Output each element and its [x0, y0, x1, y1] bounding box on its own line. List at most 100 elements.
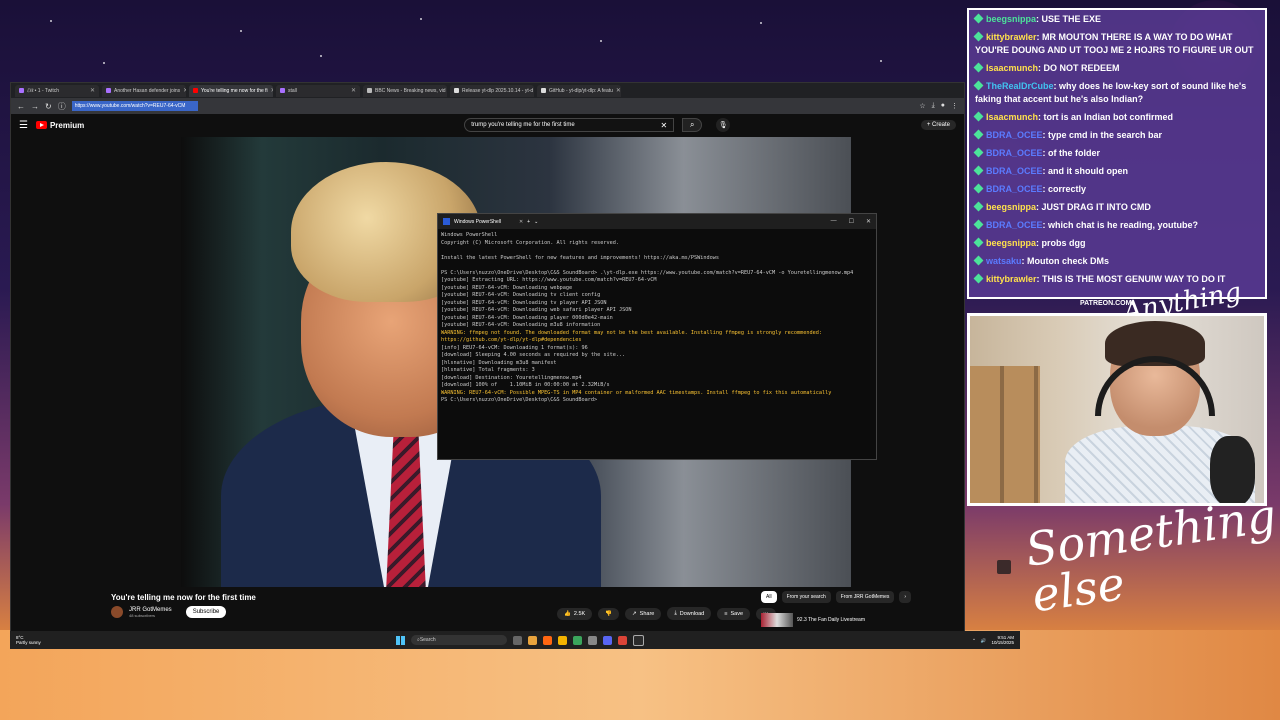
- channel-avatar[interactable]: [111, 606, 123, 618]
- filter-chip[interactable]: From JRR GotMemes: [835, 591, 895, 603]
- chrome-icon[interactable]: [618, 635, 627, 645]
- chat-text: JUST DRAG IT INTO CMD: [1041, 202, 1151, 212]
- youtube-search-input[interactable]: trump you're telling me for the first ti…: [464, 118, 675, 132]
- terminal-line: [youtube] REU7-64-vCM: Downloading web s…: [441, 307, 632, 313]
- close-tab-icon[interactable]: ✕: [271, 87, 273, 94]
- save-button[interactable]: ≡ Save: [717, 607, 751, 620]
- chat-message: watsaku: Mouton check DMs: [973, 255, 1259, 268]
- filter-chip[interactable]: From your search: [781, 591, 831, 603]
- url-field[interactable]: https://www.youtube.com/watch?v=REU7-64-…: [71, 101, 198, 111]
- close-tab-icon[interactable]: ✕: [519, 219, 523, 225]
- folder-icon[interactable]: [558, 635, 567, 645]
- reload-icon[interactable]: ↻: [45, 102, 52, 111]
- chat-text: tort is an Indian bot confirmed: [1043, 112, 1174, 122]
- weather-widget[interactable]: 8°C Partly sunny: [16, 635, 41, 645]
- create-button[interactable]: + Create: [920, 120, 956, 130]
- minimize-icon[interactable]: —: [831, 218, 837, 225]
- chat-message: BDRA_OCEE: correctly: [973, 183, 1259, 196]
- close-icon[interactable]: ✕: [866, 218, 871, 225]
- youtube-logo[interactable]: Premium: [35, 121, 84, 130]
- like-button[interactable]: 👍 2.5K: [557, 607, 593, 620]
- chat-username[interactable]: beegsnippa: [986, 202, 1036, 212]
- recommended-video[interactable]: 92.3 The Fan Daily Livestream: [761, 613, 865, 627]
- chat-username[interactable]: BDRA_OCEE: [986, 130, 1043, 140]
- thumbs-up-icon: 👍: [564, 610, 571, 617]
- chat-username[interactable]: beegsnippa: [986, 14, 1036, 24]
- channel-name[interactable]: JRR GotMemes: [129, 607, 172, 613]
- browser-tab[interactable]: stall ✕: [276, 84, 360, 97]
- chat-username[interactable]: Isaacmunch: [986, 112, 1038, 122]
- bookmark-icon[interactable]: ☆: [919, 102, 925, 110]
- subscribe-button[interactable]: Subscribe: [185, 606, 227, 618]
- terminal-line: WARNING: REU7-64-vCM: Possible MPEG-TS i…: [441, 389, 832, 396]
- github-icon: [454, 88, 459, 93]
- chat-username[interactable]: BDRA_OCEE: [986, 220, 1043, 230]
- task-view-icon[interactable]: [513, 635, 522, 645]
- chat-username[interactable]: watsaku: [986, 256, 1022, 266]
- close-tab-icon[interactable]: ✕: [183, 87, 186, 94]
- app-icon[interactable]: [573, 635, 582, 645]
- site-info-icon[interactable]: ⓘ: [58, 101, 66, 112]
- browser-tab[interactable]: ℰℓℓ • 1 - Twitch ✕: [15, 84, 99, 97]
- system-tray[interactable]: ⌃ 🔊 9:51 AM 10/15/2025: [972, 635, 1014, 645]
- maximize-icon[interactable]: ☐: [849, 218, 854, 225]
- profile-icon[interactable]: ●: [941, 102, 945, 110]
- browser-tab[interactable]: Release yt-dlp 2025.10.14 - yt-d✕: [450, 84, 534, 97]
- chat-username[interactable]: BDRA_OCEE: [986, 166, 1043, 176]
- search-button[interactable]: ⌕: [682, 118, 703, 132]
- chat-username[interactable]: kittybrawler: [986, 274, 1037, 284]
- taskbar-search[interactable]: ⌕ Search: [411, 635, 507, 645]
- menu-icon[interactable]: ⋮: [951, 102, 958, 110]
- powershell-window[interactable]: Windows PowerShell ✕ + ⌄ — ☐ ✕ Windows P…: [437, 213, 877, 460]
- tab-icon: [106, 88, 111, 93]
- download-button[interactable]: ⤓ Download: [667, 607, 712, 620]
- chat-username[interactable]: BDRA_OCEE: [986, 184, 1043, 194]
- github-icon: [541, 88, 546, 93]
- powershell-output[interactable]: Windows PowerShell Copyright (C) Microsof…: [438, 229, 876, 408]
- chevron-right-icon[interactable]: ›: [899, 591, 912, 603]
- voice-search-icon[interactable]: 🎙: [716, 118, 731, 132]
- discord-icon[interactable]: [603, 635, 612, 645]
- share-button[interactable]: ↗ Share: [625, 607, 662, 620]
- close-tab-icon[interactable]: ✕: [90, 87, 95, 94]
- chat-text: DO NOT REDEEM: [1043, 63, 1120, 73]
- chat-username[interactable]: Isaacmunch: [986, 63, 1038, 73]
- twitch-icon: [19, 88, 24, 93]
- close-tab-icon[interactable]: ✕: [616, 87, 621, 94]
- subscriber-badge-icon: [973, 111, 984, 122]
- firefox-icon[interactable]: [543, 635, 552, 645]
- new-tab-icon[interactable]: +: [527, 219, 530, 225]
- terminal-icon[interactable]: [633, 634, 644, 646]
- browser-tab[interactable]: Another Hasan defender joins ✕: [102, 84, 186, 97]
- chat-username[interactable]: BDRA_OCEE: [986, 148, 1043, 158]
- download-icon[interactable]: ⤓: [932, 102, 935, 110]
- start-icon[interactable]: [396, 635, 405, 645]
- hamburger-menu-icon[interactable]: ☰: [19, 120, 28, 131]
- chat-text: Mouton check DMs: [1027, 256, 1110, 266]
- filter-chip[interactable]: All: [761, 591, 777, 603]
- terminal-line: Install the latest PowerShell for new fe…: [441, 254, 719, 261]
- subscriber-badge-icon: [973, 255, 984, 266]
- back-icon[interactable]: ←: [17, 102, 25, 111]
- game-icon: [997, 560, 1011, 574]
- close-tab-icon[interactable]: ✕: [351, 87, 356, 94]
- chevron-down-icon[interactable]: ⌄: [534, 219, 538, 225]
- chat-message: BDRA_OCEE: which chat is he reading, you…: [973, 219, 1259, 232]
- browser-tab[interactable]: GitHub - yt-dlp/yt-dlp: A featu ✕: [537, 84, 621, 97]
- powershell-icon: [443, 218, 450, 225]
- chat-username[interactable]: kittybrawler: [986, 32, 1037, 42]
- browser-tab[interactable]: You're telling me now for the fi✕: [189, 84, 273, 97]
- app-icon[interactable]: [588, 635, 597, 645]
- file-explorer-icon[interactable]: [528, 635, 537, 645]
- chat-username[interactable]: beegsnippa: [986, 238, 1036, 248]
- subscriber-badge-icon: [973, 13, 984, 24]
- subscriber-badge-icon: [973, 62, 984, 73]
- clear-search-icon[interactable]: ✕: [661, 121, 668, 130]
- chat-message: Isaacmunch: tort is an Indian bot confir…: [973, 111, 1259, 124]
- chat-username[interactable]: TheRealDrCube: [986, 81, 1054, 91]
- browser-tab[interactable]: BBC News - Breaking news, vid✕: [363, 84, 447, 97]
- chevron-up-icon: ⌃: [972, 637, 976, 643]
- dislike-button[interactable]: 👎: [598, 607, 620, 620]
- forward-icon[interactable]: →: [31, 102, 39, 111]
- thumbs-down-icon: 👎: [605, 610, 613, 617]
